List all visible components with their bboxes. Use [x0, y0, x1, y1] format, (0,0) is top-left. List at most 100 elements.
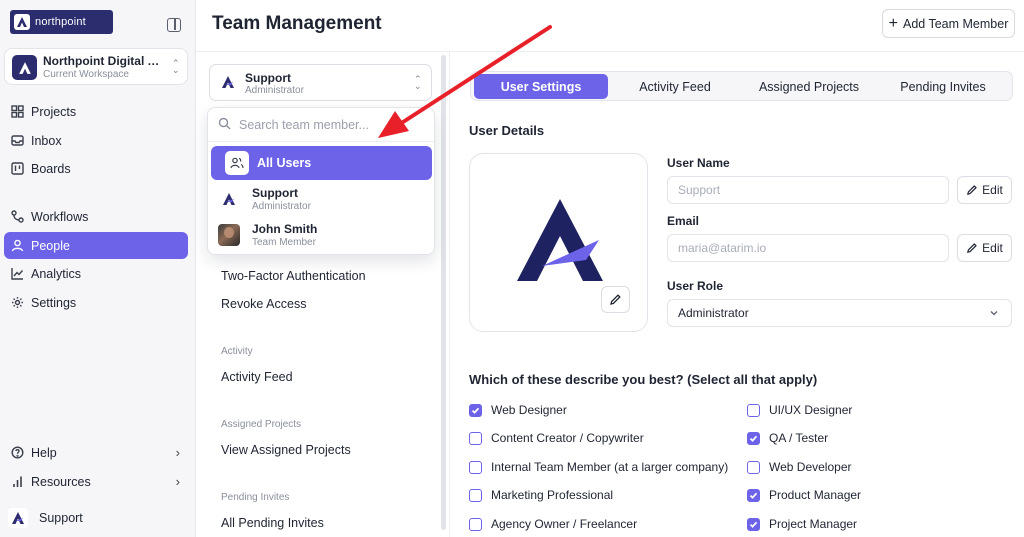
nav-workflows-label: Workflows	[31, 209, 89, 224]
nav-help-label: Help	[31, 445, 57, 460]
checkbox-label: Marketing Professional	[491, 488, 614, 502]
chevron-down-icon	[990, 311, 998, 316]
avatar	[217, 223, 241, 247]
nav-boards[interactable]: Boards	[4, 155, 188, 182]
dropdown-option-member[interactable]: Support Administrator	[211, 182, 432, 216]
checkbox-label: Content Creator / Copywriter	[491, 431, 644, 445]
nav-inbox[interactable]: Inbox	[4, 127, 188, 154]
dropdown-search	[208, 108, 434, 142]
checkbox-option[interactable]: Content Creator / Copywriter	[469, 431, 644, 445]
link-two-factor[interactable]: Two-Factor Authentication	[221, 269, 366, 283]
help-icon	[10, 446, 24, 460]
checkbox-label: UI/UX Designer	[769, 403, 853, 417]
tab-assigned-projects[interactable]: Assigned Projects	[742, 74, 876, 99]
checkbox-option[interactable]: Product Manager	[747, 488, 861, 502]
pencil-icon	[610, 294, 621, 305]
checkbox[interactable]	[469, 517, 482, 531]
nav-inbox-label: Inbox	[31, 133, 62, 148]
dropdown-option-all-users[interactable]: All Users	[211, 146, 432, 180]
email-label: Email	[667, 214, 700, 228]
checkbox-option[interactable]: Internal Team Member (at a larger compan…	[469, 460, 728, 474]
member-name: John Smith	[252, 222, 318, 236]
checkbox[interactable]	[747, 488, 760, 502]
edit-email-button[interactable]: Edit	[957, 234, 1012, 262]
add-team-member-button[interactable]: + Add Team Member	[882, 9, 1015, 38]
brand-name: northpoint	[35, 16, 86, 28]
checkbox-option[interactable]: QA / Tester	[747, 431, 828, 445]
checkbox[interactable]	[469, 488, 482, 502]
checkbox-option[interactable]: Agency Owner / Freelancer	[469, 517, 637, 531]
nav-settings[interactable]: Settings	[4, 289, 188, 316]
pencil-icon	[967, 185, 977, 195]
checkbox-label: QA / Tester	[769, 431, 829, 445]
checkbox[interactable]	[469, 431, 482, 445]
user-role-label: User Role	[667, 279, 724, 293]
nav-workflows[interactable]: Workflows	[4, 203, 188, 230]
edit-username-label: Edit	[982, 183, 1003, 197]
workspace-switcher[interactable]: Northpoint Digital Ag... Current Workspa…	[4, 48, 188, 85]
settings-tabs: User Settings Activity Feed Assigned Pro…	[470, 71, 1013, 101]
link-revoke-access[interactable]: Revoke Access	[221, 297, 306, 311]
current-user[interactable]: Support	[8, 508, 83, 528]
dropdown-option-member[interactable]: John Smith Team Member	[211, 218, 432, 252]
grid-icon	[10, 105, 24, 119]
board-icon	[10, 162, 24, 176]
search-icon	[218, 117, 231, 133]
checkbox[interactable]	[747, 431, 760, 445]
edit-username-button[interactable]: Edit	[957, 176, 1012, 204]
tab-activity-feed[interactable]: Activity Feed	[608, 74, 742, 99]
nav-people[interactable]: People	[4, 232, 188, 259]
nav-analytics[interactable]: Analytics	[4, 260, 188, 287]
link-view-assigned-projects[interactable]: View Assigned Projects	[221, 443, 351, 457]
section-heading-activity: Activity	[221, 346, 253, 357]
tab-pending-invites[interactable]: Pending Invites	[876, 74, 1010, 99]
user-logo-icon	[220, 74, 236, 93]
nav-projects[interactable]: Projects	[4, 98, 188, 125]
nav-boards-label: Boards	[31, 161, 71, 176]
sidebar: northpoint Northpoint Digital Ag... Curr…	[0, 0, 196, 537]
current-user-avatar	[8, 508, 28, 528]
workspace-name: Northpoint Digital Ag...	[43, 54, 161, 68]
user-selector-name: Support	[245, 71, 291, 85]
checkbox-option[interactable]: UI/UX Designer	[747, 403, 852, 417]
checkbox-label: Internal Team Member (at a larger compan…	[491, 460, 729, 474]
checkbox-label: Product Manager	[769, 488, 862, 502]
checkbox[interactable]	[747, 517, 760, 531]
user-selector[interactable]: Support Administrator ⌃ ⌄	[209, 64, 432, 101]
edit-avatar-button[interactable]	[601, 286, 630, 313]
section-heading-assigned: Assigned Projects	[221, 419, 302, 430]
checkbox[interactable]	[747, 403, 760, 417]
brand-logo[interactable]: northpoint	[10, 10, 113, 34]
nav-resources[interactable]: Resources ›	[4, 468, 188, 495]
member-name: Support	[252, 186, 298, 200]
email-field[interactable]	[667, 234, 949, 262]
collapse-sidebar-icon[interactable]	[167, 18, 181, 32]
checkbox[interactable]	[747, 460, 760, 474]
user-role-select[interactable]: Administrator	[667, 299, 1012, 327]
link-activity-feed[interactable]: Activity Feed	[221, 370, 293, 384]
nav-settings-label: Settings	[31, 295, 77, 310]
checkbox-label: Agency Owner / Freelancer	[491, 517, 638, 531]
chevron-updown-icon: ⌃ ⌄	[414, 74, 422, 91]
chevron-updown-icon: ⌃ ⌄	[172, 58, 180, 75]
chevron-right-icon: ›	[175, 474, 180, 489]
checkbox[interactable]	[469, 460, 482, 474]
middle-scrollbar[interactable]	[441, 55, 446, 530]
checkbox[interactable]	[469, 403, 482, 417]
nav-analytics-label: Analytics	[31, 266, 82, 281]
link-all-pending-invites[interactable]: All Pending Invites	[221, 516, 324, 530]
search-team-member-input[interactable]	[239, 117, 419, 132]
dropdown-all-users-label: All Users	[257, 156, 312, 170]
user-icon	[10, 239, 24, 253]
plus-icon: +	[888, 14, 898, 32]
checkbox-label: Project Manager	[769, 517, 858, 531]
nav-help[interactable]: Help ›	[4, 439, 188, 466]
checkbox-option[interactable]: Web Developer	[747, 460, 852, 474]
user-role-value: Administrator	[678, 306, 749, 320]
username-field[interactable]	[667, 176, 949, 204]
user-photo	[218, 224, 240, 246]
checkbox-option[interactable]: Project Manager	[747, 517, 857, 531]
checkbox-option[interactable]: Web Designer	[469, 403, 567, 417]
checkbox-option[interactable]: Marketing Professional	[469, 488, 613, 502]
tab-user-settings[interactable]: User Settings	[474, 74, 608, 99]
